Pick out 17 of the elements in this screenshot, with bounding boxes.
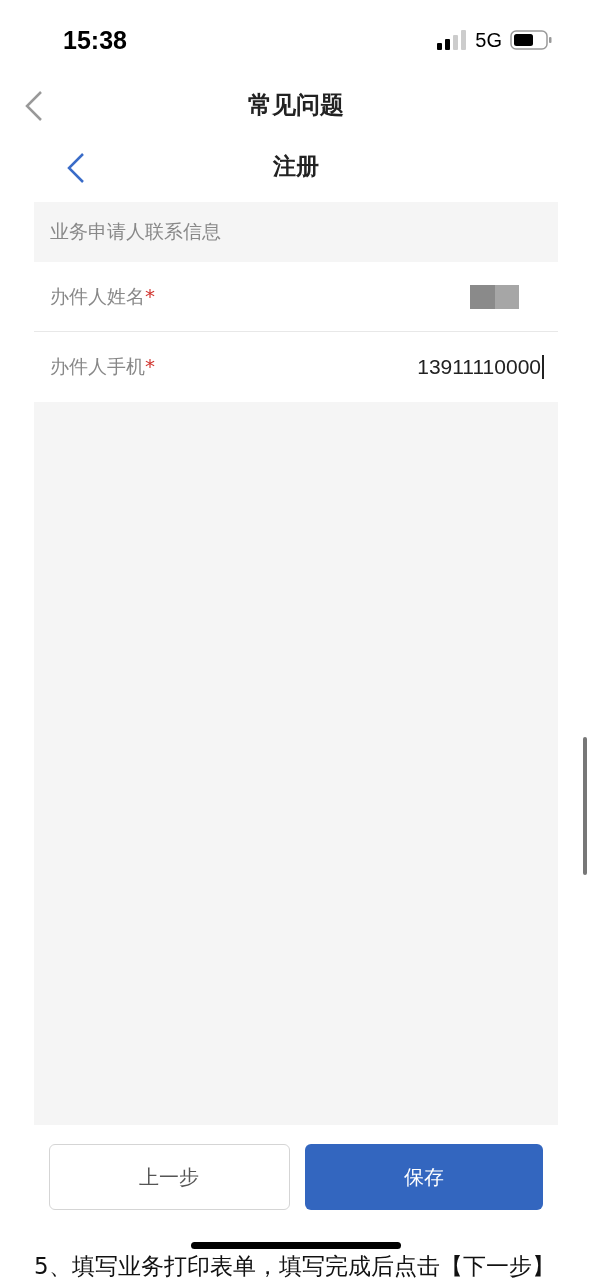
page-title: 常见问题 [248, 90, 344, 121]
scrollbar[interactable] [583, 737, 587, 875]
back-icon[interactable] [24, 90, 44, 122]
instruction-text: 5、填写业务打印表单，填写完成后点击【下一步】 [34, 1253, 555, 1279]
signal-icon [437, 30, 468, 50]
blurred-value [470, 284, 520, 309]
field-label: 办件人姓名* [50, 283, 155, 310]
section-header: 业务申请人联系信息 [49, 219, 222, 244]
status-time: 15:38 [63, 25, 127, 55]
previous-button[interactable]: 上一步 [49, 1144, 290, 1210]
phone-input[interactable]: 13911110000 [417, 355, 544, 379]
back-icon[interactable] [66, 152, 86, 184]
battery-icon [510, 30, 552, 50]
network-label: 5G [475, 28, 502, 52]
save-button[interactable]: 保存 [304, 1144, 543, 1210]
field-label: 办件人手机* [50, 354, 155, 380]
screen-title: 注册 [273, 151, 319, 181]
